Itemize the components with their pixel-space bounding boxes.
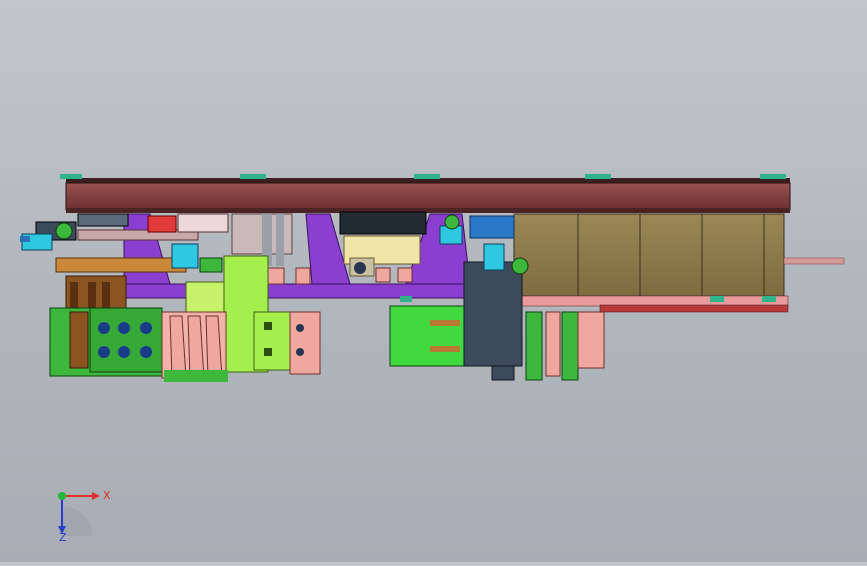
tan-housing (513, 213, 845, 297)
lower-rail (519, 295, 789, 313)
top-beam (60, 174, 791, 213)
axis-triad: X Z (58, 489, 111, 544)
y-axis-dot (58, 492, 66, 500)
machine-assembly-drawing: X Z (20, 174, 845, 544)
cad-viewport[interactable]: X Z (0, 0, 867, 562)
x-axis-label: X (103, 489, 111, 502)
left-base-block (49, 307, 163, 377)
z-axis-label: Z (59, 531, 67, 544)
